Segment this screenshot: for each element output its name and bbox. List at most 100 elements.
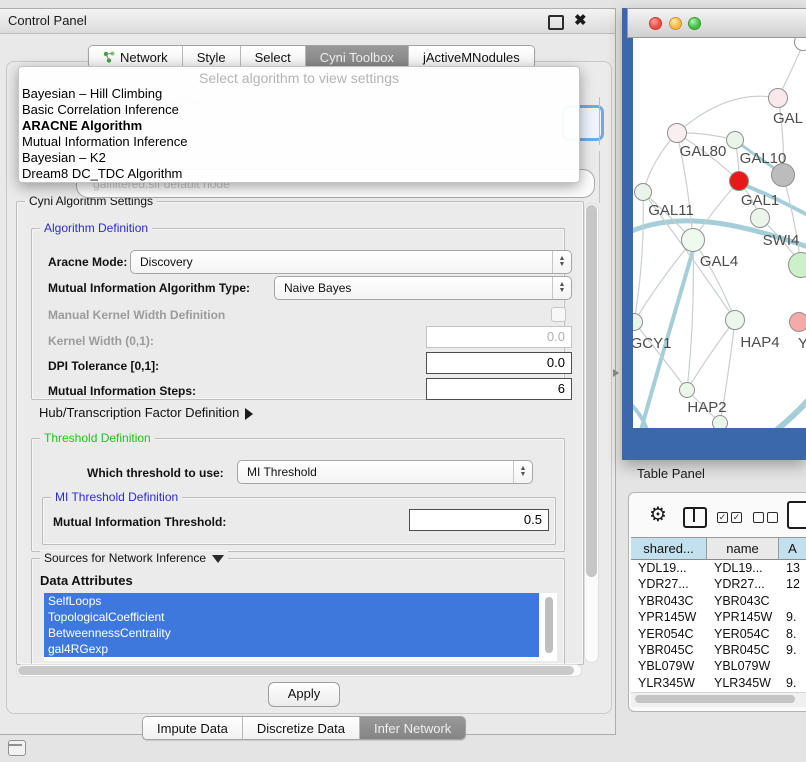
table-row[interactable]: YDR27...YDR27...12 <box>631 576 806 592</box>
float-window-icon[interactable] <box>548 15 564 30</box>
close-traffic-light-icon[interactable] <box>649 17 662 30</box>
network-node-gal[interactable] <box>768 88 788 108</box>
select-all-checkbox-icon[interactable]: ✓ <box>717 512 728 523</box>
attribute-item-betweennesscentrality[interactable]: BetweennessCentrality <box>44 625 539 641</box>
settings-horizontal-scrollbar-thumb[interactable] <box>18 666 574 675</box>
network-node[interactable] <box>771 163 795 187</box>
attribute-item-gal4rgexp[interactable]: gal4RGexp <box>44 641 539 657</box>
data-attributes-list[interactable]: SelfLoopsTopologicalCoefficientBetweenne… <box>44 593 557 661</box>
tab-label: Network <box>120 50 168 65</box>
sources-group-title[interactable]: Sources for Network Inference <box>40 551 228 565</box>
tab-cyni-toolbox[interactable]: Cyni Toolbox <box>306 46 409 68</box>
table-row[interactable]: YBL079WYBL079W <box>631 658 806 674</box>
table-row[interactable]: YBR043CYBR043C <box>631 593 806 609</box>
attribute-item-topologicalcoefficient[interactable]: TopologicalCoefficient <box>44 609 539 625</box>
node-label-hap4: HAP4 <box>740 334 779 351</box>
algorithm-option-dream8-dc-tdc-algorithm[interactable]: Dream8 DC_TDC Algorithm <box>22 166 582 182</box>
node-label-gcy1: GCY1 <box>633 335 671 352</box>
network-node-gal11[interactable] <box>634 183 652 201</box>
new-table-icon[interactable] <box>787 501 806 529</box>
network-node-gal4[interactable] <box>681 228 705 252</box>
node-label-swi4: SWI4 <box>763 232 800 249</box>
settings-vertical-scrollbar-thumb[interactable] <box>586 205 597 577</box>
table-header-row: shared...nameA <box>631 537 806 560</box>
column-header-a[interactable]: A <box>779 537 806 560</box>
mi-steps-field[interactable]: 6 <box>426 378 572 400</box>
close-icon[interactable]: ✖ <box>574 11 587 29</box>
table-row[interactable]: YER054CYER054C8. <box>631 626 806 642</box>
algorithm-option-bayesian-hill-climbing[interactable]: Bayesian – Hill Climbing <box>22 86 582 102</box>
splitter-collapse-arrow[interactable] <box>613 369 619 377</box>
hub-factor-expander[interactable]: Hub/Transcription Factor Definition <box>39 405 253 420</box>
table-cell: 13 <box>779 560 806 576</box>
minimized-panel-icon[interactable] <box>8 740 26 756</box>
column-header-shared[interactable]: shared... <box>631 537 707 560</box>
table-horizontal-scrollbar-thumb[interactable] <box>635 695 795 703</box>
tab-discretize-data[interactable]: Discretize Data <box>243 717 360 739</box>
tab-select[interactable]: Select <box>241 46 306 68</box>
network-node-gal80[interactable] <box>667 123 687 143</box>
tab-infer-network[interactable]: Infer Network <box>360 717 465 739</box>
deselect-all-checkbox-icon[interactable] <box>767 512 778 523</box>
algorithm-option-bayesian-k2[interactable]: Bayesian – K2 <box>22 150 582 166</box>
apply-button[interactable]: Apply <box>268 682 340 707</box>
table-cell: 8. <box>779 626 806 642</box>
table-cell: YBR045C <box>707 642 779 658</box>
attribute-item-selfloops[interactable]: SelfLoops <box>44 593 539 609</box>
table-row[interactable]: YDL19...YDL19...13 <box>631 560 806 576</box>
tab-network[interactable]: Network <box>89 46 183 68</box>
node-label-y: Y <box>798 335 806 352</box>
table-row[interactable]: YPR145WYPR145W9. <box>631 609 806 625</box>
tab-impute-data[interactable]: Impute Data <box>143 717 243 739</box>
network-canvas[interactable]: GALGAL80GAL10GAL1GAL11SWI4GAL4GCY1HAP4YH… <box>633 38 806 428</box>
column-header-name[interactable]: name <box>707 537 779 560</box>
table-cell: 9. <box>779 609 806 625</box>
minimize-traffic-light-icon[interactable] <box>669 17 682 30</box>
network-node-y[interactable] <box>789 312 806 332</box>
algorithm-option-aracne-algorithm[interactable]: ARACNE Algorithm <box>22 118 582 134</box>
manual-kernel-width-checkbox[interactable] <box>551 307 566 322</box>
mi-threshold-field[interactable]: 0.5 <box>409 509 549 531</box>
data-attributes-label: Data Attributes <box>40 573 133 588</box>
zoom-traffic-light-icon[interactable] <box>688 17 701 30</box>
table-cell: YER054C <box>631 626 707 642</box>
split-columns-icon[interactable] <box>683 507 707 528</box>
select-all-checkbox-icon[interactable]: ✓ <box>731 512 742 523</box>
table-row[interactable]: YBR045CYBR045C9. <box>631 642 806 658</box>
which-threshold-combobox[interactable]: MI Threshold ▲▼ <box>237 460 533 484</box>
network-node-hap2[interactable] <box>679 382 695 398</box>
node-label-gal4: GAL4 <box>700 253 738 270</box>
combo-stepper-icon: ▲▼ <box>513 461 532 483</box>
network-node[interactable] <box>712 415 728 428</box>
mi-algorithm-type-combobox[interactable]: Naive Bayes ▲▼ <box>274 276 572 300</box>
network-node-gal1[interactable] <box>729 171 749 191</box>
tab-label: Select <box>255 50 291 65</box>
kernel-width-field[interactable]: 0.0 <box>426 326 572 348</box>
algorithm-option-basic-correlation-inference[interactable]: Basic Correlation Inference <box>22 102 582 118</box>
node-label-gal80: GAL80 <box>680 143 727 160</box>
algorithm-definition-title: Algorithm Definition <box>40 221 152 235</box>
network-node-hap4[interactable] <box>725 310 745 330</box>
dpi-tolerance-field[interactable]: 0.0 <box>426 352 572 374</box>
tab-style[interactable]: Style <box>183 46 241 68</box>
network-node-gal10[interactable] <box>726 131 744 149</box>
table-cell <box>779 593 806 609</box>
algorithm-option-mutual-information-inference[interactable]: Mutual Information Inference <box>22 134 582 150</box>
tab-jactivemnodules[interactable]: jActiveMNodules <box>409 46 534 68</box>
network-node-swi4[interactable] <box>750 208 770 228</box>
kernel-width-label: Kernel Width (0,1): <box>48 334 154 348</box>
tab-label: Style <box>197 50 226 65</box>
table-row[interactable]: YLR345WYLR345W9. <box>631 675 806 691</box>
mi-threshold-value: 0.5 <box>524 512 542 527</box>
attributes-list-scrollbar[interactable] <box>545 597 553 653</box>
deselect-all-checkbox-icon[interactable] <box>753 512 764 523</box>
kernel-width-value: 0.0 <box>547 329 565 344</box>
tab-label: Impute Data <box>157 721 228 736</box>
hub-factor-label: Hub/Transcription Factor Definition <box>39 405 239 420</box>
table-cell: YLR345W <box>707 675 779 691</box>
gear-icon[interactable]: ⚙ <box>649 505 667 525</box>
mi-threshold-definition-group: MI Threshold Definition Mutual Informati… <box>42 497 556 545</box>
table-cell: YLR345W <box>631 675 707 691</box>
aracne-mode-combobox[interactable]: Discovery ▲▼ <box>130 250 572 274</box>
which-threshold-value: MI Threshold <box>247 465 317 479</box>
